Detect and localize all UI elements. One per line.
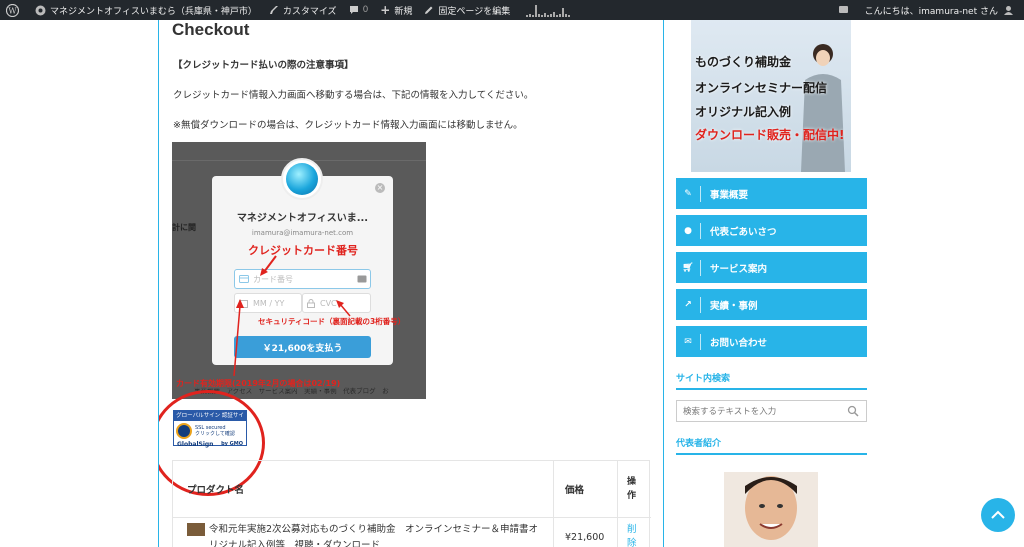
notice-line-2: ※無償ダウンロードの場合は、クレジットカード情報入力画面には移動しません。 [173,120,523,131]
stripe-checkout-screenshot: 計に関 事業概要 アクセス サービス案内 実績・事例 代表ブログ お × マネジ… [172,142,426,399]
sparkline-chart [526,3,571,17]
dashboard-icon [35,5,46,15]
profile-heading: 代表者紹介 [676,439,722,449]
search-input[interactable]: 検索するテキストを入力 [676,400,867,422]
sidebar-item-cases[interactable]: ↗ 実績・事例 [676,289,867,320]
comment-icon [349,6,358,14]
banner-line-2: オンラインセミナー配信 [695,81,828,95]
mail-icon: ✉ [684,336,692,347]
new-content-link[interactable]: + 新規 [374,0,418,20]
plus-icon: + [380,3,391,17]
admin-bar: W マネジメントオフィスいまむら（兵庫県・神戸市） カスタマイズ 0 + 新規 … [0,0,1024,20]
search-heading-underline [676,388,867,390]
user-icon: ● [684,225,692,236]
column-header-action: 操作 [627,477,637,501]
edit-icon: ✎ [684,188,692,199]
site-name-link[interactable]: マネジメントオフィスいまむら（兵庫県・神戸市） [29,0,263,20]
svg-text:W: W [8,6,17,15]
banner-line-4: ダウンロード販売・配信中! [695,128,845,142]
column-header-price: 価格 [565,485,585,496]
brush-icon [269,6,278,14]
sidebar-item-greeting[interactable]: ● 代表ごあいさつ [676,215,867,246]
comments-link[interactable]: 0 [343,0,375,20]
woman-photo [795,40,845,172]
annotation-arrows [233,255,351,377]
monozukuri-seminar-banner[interactable]: ものづくり補助金 オンラインセミナー配信 オリジナル記入例 ダウンロード販売・配… [691,20,851,172]
product-name: 令和元年実施2次公募対応ものづくり補助金 オンラインセミナー＆申請書オリジナル記… [209,524,539,547]
edit-page-link[interactable]: 固定ページを編集 [418,0,516,20]
banner-line-1: ものづくり補助金 [695,55,792,69]
notice-line-1: クレジットカード情報入力画面へ移動する場合は、下記の情報を入力してください。 [173,90,534,101]
comments-count: 0 [362,5,369,15]
wordpress-icon: W [6,3,19,17]
sidebar-item-contact[interactable]: ✉ お問い合わせ [676,326,867,357]
user-avatar-icon [1004,5,1013,15]
checkout-cart-table: プロダクト名 価格 操作 令和元年実施2次公募対応ものづくり補助金 オンラインセ… [172,460,651,547]
search-heading: サイト内検索 [676,374,731,384]
product-thumbnail [187,523,205,536]
wordpress-logo-button[interactable]: W [0,0,29,20]
banner-line-3: オリジナル記入例 [695,105,792,119]
pencil-icon [425,6,433,14]
stats-sparkline[interactable] [516,0,577,20]
column-header-product: プロダクト名 [187,485,245,496]
customize-link[interactable]: カスタマイズ [263,0,343,20]
representative-photo [724,472,818,547]
notification-button[interactable] [832,0,859,20]
cart-icon: 🛒︎ [682,262,694,273]
monitor-icon [838,6,848,13]
chevron-up-icon [991,510,1005,519]
site-name: マネジメントオフィスいまむら（兵庫県・神戸市） [50,6,257,17]
main-content: Checkout 【クレジットカード払いの際の注意事項】 クレジットカード情報入… [158,20,664,547]
search-icon[interactable] [847,405,859,417]
profile-heading-underline [676,453,867,455]
product-price: ¥21,600 [565,532,605,543]
remove-item-link[interactable]: 削除 [627,523,641,547]
notice-heading: 【クレジットカード払いの際の注意事項】 [173,60,354,71]
my-account-link[interactable]: こんにちは、imamura-net さん [859,0,1024,20]
sidebar-item-business[interactable]: ✎ 事業概要 [676,178,867,209]
page-title: Checkout [172,20,250,39]
sidebar-item-services[interactable]: 🛒︎ サービス案内 [676,252,867,283]
greeting-text: こんにちは、imamura-net さん [864,6,998,17]
scroll-to-top-button[interactable] [981,498,1015,532]
chart-icon: ↗ [684,299,692,310]
sidebar: ものづくり補助金 オンラインセミナー配信 オリジナル記入例 ダウンロード販売・配… [676,20,867,547]
